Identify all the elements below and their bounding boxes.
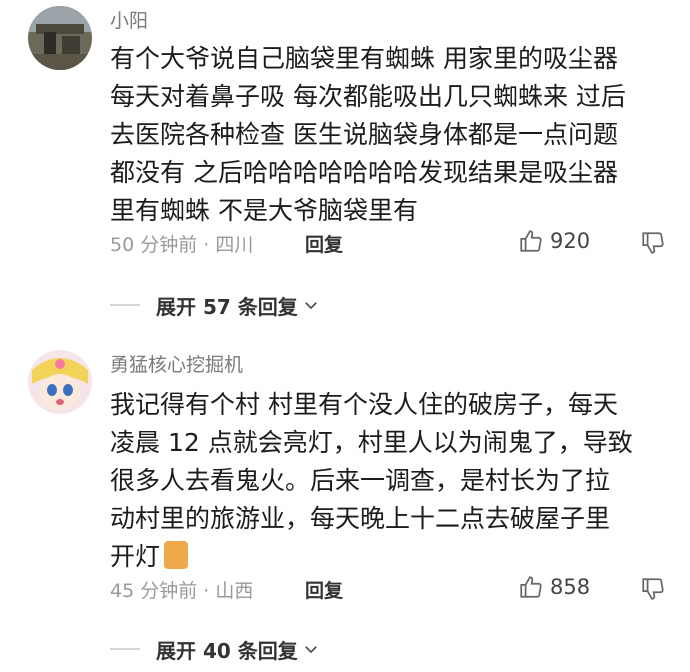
avatar[interactable] [28, 6, 92, 70]
thumbs-up-icon [520, 230, 542, 252]
comment-text-line: 动村里的旅游业，每天晚上十二点去破屋子里 [110, 504, 611, 533]
reply-button[interactable]: 回复 [305, 230, 343, 257]
like-count: 920 [550, 229, 591, 253]
expand-replies-label: 展开 57 条回复 [156, 294, 298, 319]
divider [110, 648, 140, 650]
expand-replies-button[interactable]: 展开 40 条回复 [110, 634, 320, 664]
expand-replies-label: 展开 40 条回复 [156, 638, 298, 663]
username[interactable]: 小阳 [110, 8, 148, 34]
comment-text: 有个大爷说自己脑袋里有蜘蛛 用家里的吸尘器 每天对着鼻子吸 每次都能吸出几只蜘蛛… [110, 40, 670, 230]
comment-text-line: 我记得有个村 村里有个没人住的破房子，每天 [110, 390, 618, 419]
thumbs-down-icon [642, 578, 664, 600]
comment-text-line: 开灯 [110, 538, 670, 576]
like-count: 858 [550, 575, 591, 599]
chevron-down-icon [304, 646, 317, 654]
comment-text-line: 很多人去看鬼火。后来一调查，是村长为了拉 [110, 466, 611, 495]
divider [110, 304, 140, 306]
comment-time-location: 45 分钟前 · 山西 [110, 580, 254, 602]
dislike-button[interactable] [640, 230, 666, 261]
expand-replies-button[interactable]: 展开 57 条回复 [110, 290, 320, 320]
dislike-button[interactable] [640, 576, 666, 607]
thumbs-up-icon [520, 576, 542, 598]
comment-text-line: 每天对着鼻子吸 每次都能吸出几只蜘蛛来 过后 [110, 82, 626, 111]
comment-meta: 45 分钟前 · 山西 回复 858 [110, 574, 670, 604]
chevron-down-icon [304, 302, 317, 310]
like-button[interactable]: 858 [518, 574, 590, 600]
comment-text-line: 里有蜘蛛 不是大爷脑袋里有 [110, 196, 418, 225]
comment-text-line: 去医院各种检查 医生说脑袋身体都是一点问题 [110, 120, 618, 149]
comment-text: 我记得有个村 村里有个没人住的破房子，每天 凌晨 12 点就会亮灯，村里人以为闹… [110, 386, 670, 576]
comment-text-line: 都没有 之后哈哈哈哈哈哈哈发现结果是吸尘器 [110, 158, 618, 187]
avatar[interactable] [28, 350, 92, 414]
like-button[interactable]: 920 [518, 228, 590, 254]
username[interactable]: 勇猛核心挖掘机 [110, 352, 243, 378]
cat-emoji-icon [164, 541, 189, 569]
comment-time-location: 50 分钟前 · 四川 [110, 234, 254, 256]
reply-button[interactable]: 回复 [305, 576, 343, 603]
comment-text-line: 有个大爷说自己脑袋里有蜘蛛 用家里的吸尘器 [110, 44, 618, 73]
comment-text-fragment: 开灯 [110, 542, 161, 571]
thumbs-down-icon [642, 232, 664, 254]
comment-text-line: 凌晨 12 点就会亮灯，村里人以为闹鬼了，导致 [110, 428, 633, 457]
comment-meta: 50 分钟前 · 四川 回复 920 [110, 228, 670, 258]
